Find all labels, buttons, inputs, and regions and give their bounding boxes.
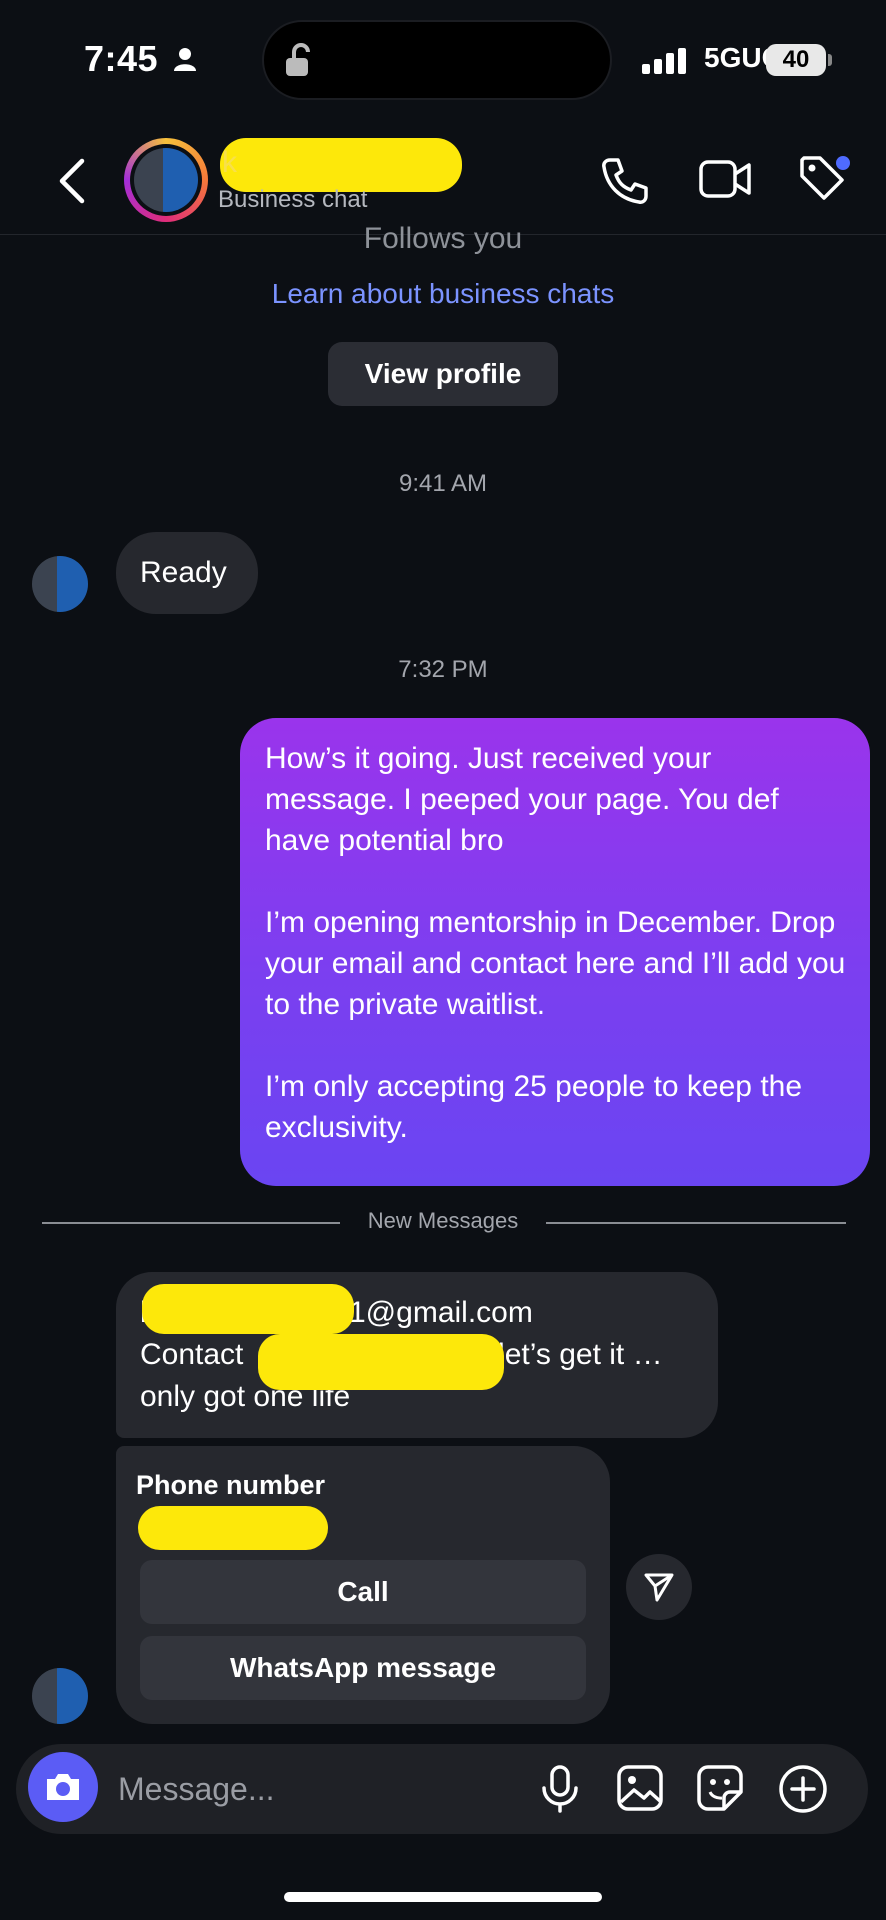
message-paragraph: How’s it going. Just received your messa… <box>265 742 779 857</box>
camera-button[interactable] <box>28 1752 98 1822</box>
status-time: 7:45 <box>84 38 159 79</box>
new-messages-label: New Messages <box>367 1208 519 1233</box>
back-chevron-icon[interactable] <box>56 158 86 204</box>
email-suffix: 1@gmail.com <box>349 1296 533 1329</box>
plus-icon[interactable] <box>778 1764 828 1814</box>
timestamp: 7:32 PM <box>398 656 488 683</box>
email-redaction <box>142 1284 354 1334</box>
contact-prefix: Contact <box>140 1338 244 1371</box>
learn-business-chats-link[interactable]: Learn about business chats <box>0 278 886 310</box>
video-icon[interactable] <box>698 156 752 202</box>
sender-avatar[interactable] <box>32 556 88 612</box>
person-icon <box>174 48 196 71</box>
follows-you-text: Follows you <box>363 222 523 255</box>
message-input[interactable] <box>116 1760 520 1818</box>
microphone-icon[interactable] <box>540 1764 580 1814</box>
whatsapp-button[interactable]: WhatsApp message <box>140 1636 586 1700</box>
avatar[interactable] <box>134 148 198 212</box>
lock-icon <box>286 43 310 76</box>
outgoing-message[interactable]: How’s it going. Just received your messa… <box>240 718 870 1186</box>
contact-suffix: ..let’s get it … <box>481 1338 663 1371</box>
call-button[interactable]: Call <box>140 1560 586 1624</box>
battery-level: 40 <box>766 44 826 76</box>
gallery-icon[interactable] <box>616 1764 664 1812</box>
contact-name-redaction <box>220 138 462 192</box>
message-paragraph: I’m only accepting 25 people to keep the… <box>265 1070 803 1144</box>
contact-name[interactable]: k <box>222 146 237 180</box>
incoming-message[interactable]: Ready <box>116 532 258 614</box>
battery-tip <box>828 54 832 66</box>
signal-icon <box>642 48 686 74</box>
share-button[interactable] <box>626 1554 692 1620</box>
contact-redaction <box>258 1334 504 1390</box>
notification-dot <box>836 156 850 170</box>
phone-card-title: Phone number <box>136 1470 326 1500</box>
send-icon <box>644 1573 674 1602</box>
sender-avatar[interactable] <box>32 1668 88 1724</box>
timestamp: 9:41 AM <box>398 470 488 497</box>
home-indicator[interactable] <box>284 1892 602 1902</box>
message-paragraph: I’m opening mentorship in December. Drop… <box>265 906 846 1021</box>
phone-icon[interactable] <box>600 156 650 206</box>
chat-subtitle: Business chat <box>218 186 368 213</box>
sticker-icon[interactable] <box>696 1764 744 1812</box>
camera-icon <box>47 1774 79 1800</box>
phone-number-redaction <box>138 1506 328 1550</box>
dynamic-island <box>262 20 612 100</box>
view-profile-button[interactable]: View profile <box>328 342 558 406</box>
new-messages-divider <box>546 1222 846 1224</box>
